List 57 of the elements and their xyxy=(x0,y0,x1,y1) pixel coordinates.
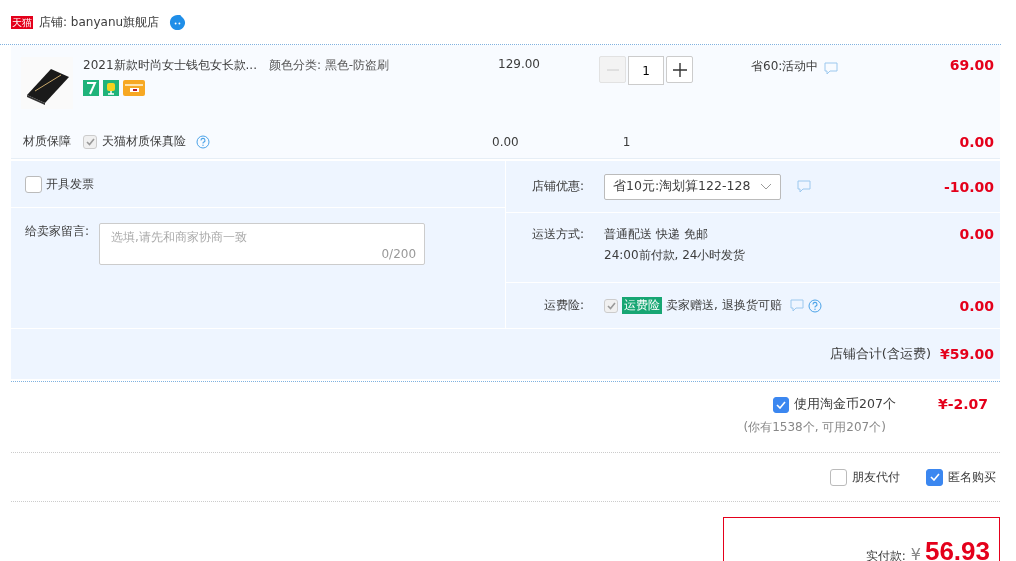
coins-amount: ¥-2.07 xyxy=(937,396,988,414)
seven-day-return-icon xyxy=(83,80,99,96)
insurance-tag: 运费险 xyxy=(622,297,662,314)
invoice-checkbox[interactable] xyxy=(25,175,42,193)
message-label: 给卖家留言: xyxy=(25,223,90,240)
plus-icon xyxy=(672,62,687,77)
payment-amount: 56.93 xyxy=(924,536,990,561)
coins-label: 使用淘金币207个 xyxy=(794,396,896,413)
option-label: 匿名购买 xyxy=(948,468,996,486)
discount-label: 店铺优惠: xyxy=(530,178,584,195)
comment-icon[interactable] xyxy=(789,299,804,312)
option-label: 朋友代付 xyxy=(852,468,900,486)
warranty-subtotal: 0.00 xyxy=(959,133,994,150)
insurance-label: 运费险: xyxy=(542,297,584,314)
comment-icon[interactable] xyxy=(824,62,839,75)
comment-icon[interactable] xyxy=(797,180,812,193)
shipping-amount: 0.00 xyxy=(959,226,994,242)
quantity-field[interactable]: 1 xyxy=(628,56,664,85)
check-icon xyxy=(776,400,787,409)
option-checkbox[interactable] xyxy=(926,468,943,486)
card-icon xyxy=(123,80,145,96)
store-badge: 天猫 xyxy=(11,15,33,29)
discount-amount: -10.00 xyxy=(943,178,994,195)
check-icon xyxy=(929,473,940,481)
shipping-label: 运送方式: xyxy=(530,226,584,243)
store-total-label: 店铺合计(含运费) xyxy=(829,345,931,363)
sku-text: 颜色分类: 黑色-防盗刷 xyxy=(269,57,390,74)
character-counter: 0/200 xyxy=(381,247,417,261)
warranty-label: 材质保障 xyxy=(23,133,71,150)
check-icon xyxy=(606,301,616,310)
item-subtotal: 69.00 xyxy=(949,57,994,73)
store-total-amount: ¥59.00 xyxy=(939,346,994,362)
check-icon xyxy=(85,137,95,146)
help-icon[interactable] xyxy=(196,134,210,149)
warranty-price: 0.00 xyxy=(492,134,519,149)
warranty-quantity: 1 xyxy=(622,134,631,149)
warranty-option: 天猫材质保真险 xyxy=(102,133,186,150)
shipping-method: 普通配送 快递 免邮 xyxy=(604,226,709,243)
discount-select[interactable]: 省10元:淘划算122-128 xyxy=(604,173,782,200)
currency-symbol: ¥ xyxy=(910,545,921,561)
chat-bubble-icon[interactable] xyxy=(169,13,187,31)
decrement-button[interactable] xyxy=(599,56,626,83)
option-checkbox[interactable] xyxy=(830,468,847,486)
help-icon[interactable] xyxy=(807,298,822,313)
shipping-note: 24:00前付款, 24小时发货 xyxy=(604,247,746,264)
insurance-amount: 0.00 xyxy=(959,297,994,314)
invoice-label: 开具发票 xyxy=(46,175,94,193)
payment-label: 实付款: xyxy=(865,548,906,561)
increment-button[interactable] xyxy=(666,56,693,83)
insurance-text: 卖家赠送, 退换货可赔 xyxy=(666,297,782,314)
coins-note: (你有1538个, 可用207个) xyxy=(743,419,886,436)
promo-text: 省60:活动中 xyxy=(751,57,819,75)
chevron-down-icon xyxy=(760,183,773,190)
store-name[interactable]: 店铺: banyanu旗舰店 xyxy=(39,13,160,31)
coins-checkbox[interactable] xyxy=(773,396,790,413)
product-title[interactable]: 2021新款时尚女士钱包女长款... xyxy=(83,57,257,74)
unit-price: 129.00 xyxy=(498,57,541,71)
